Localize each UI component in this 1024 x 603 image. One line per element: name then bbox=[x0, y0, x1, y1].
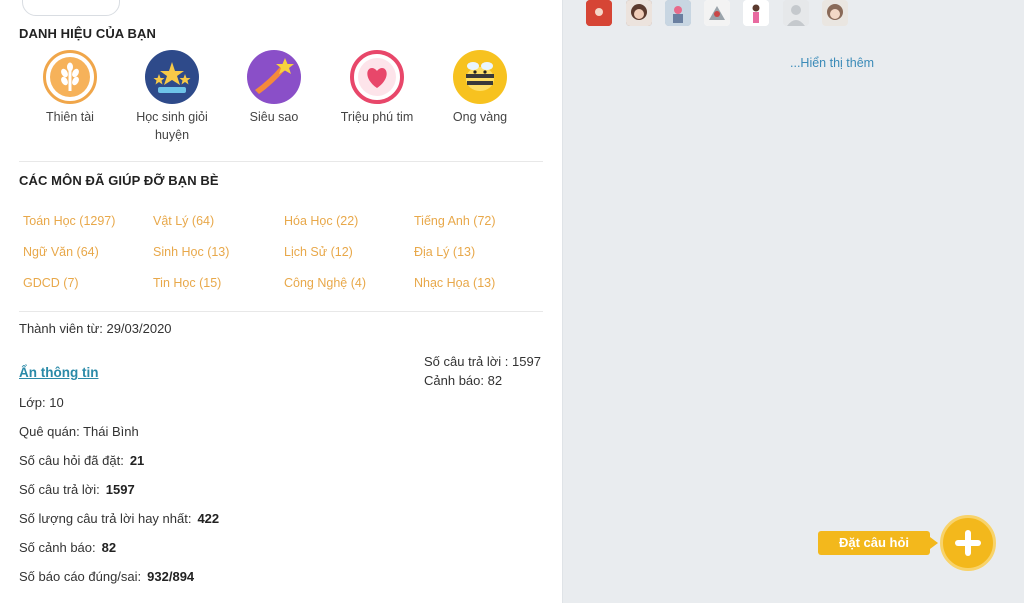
detail-class: Lớp: 10 bbox=[19, 395, 64, 410]
ask-question-button[interactable] bbox=[940, 515, 996, 571]
answers-count: Số câu trả lời : 1597 bbox=[424, 354, 541, 369]
avatar[interactable] bbox=[822, 0, 848, 26]
detail-label: Số cảnh báo: bbox=[19, 540, 96, 555]
member-since: Thành viên từ: 29/03/2020 bbox=[19, 321, 172, 336]
badge-label: Triệu phú tim bbox=[340, 110, 414, 124]
avatar[interactable] bbox=[586, 0, 612, 26]
subject-link[interactable]: Hóa Học (22) bbox=[284, 214, 358, 228]
ask-question-label[interactable]: Đặt câu hỏi bbox=[818, 531, 938, 555]
subject-link[interactable]: Toán Học (1297) bbox=[23, 214, 115, 228]
show-more-link[interactable]: ...Hiển thị thêm bbox=[790, 56, 874, 70]
bee-icon bbox=[453, 50, 507, 104]
badges-section-title: DANH HIỆU CỦA BẠN bbox=[19, 26, 156, 41]
hide-info-link[interactable]: Ẩn thông tin bbox=[19, 365, 98, 380]
detail-value: 82 bbox=[101, 540, 117, 555]
heart-icon bbox=[350, 50, 404, 104]
detail-label: Số báo cáo đúng/sai: bbox=[19, 569, 142, 584]
avatar[interactable] bbox=[704, 0, 730, 26]
avatar[interactable] bbox=[783, 0, 809, 26]
divider bbox=[19, 161, 543, 162]
badge-label: Ong vàng bbox=[452, 110, 508, 124]
detail-best-answers: Số lượng câu trả lời hay nhất: 422 bbox=[19, 511, 219, 526]
divider bbox=[19, 311, 543, 312]
subject-link[interactable]: Nhạc Họa (13) bbox=[414, 276, 495, 290]
detail-reports: Số báo cáo đúng/sai: 932/894 bbox=[19, 569, 194, 584]
avatar[interactable] bbox=[665, 0, 691, 26]
shooting-star-icon bbox=[247, 50, 301, 104]
badge-label: Thiên tài bbox=[46, 110, 94, 124]
subject-link[interactable]: Ngữ Văn (64) bbox=[23, 245, 99, 259]
badge-ong-vang[interactable]: Ong vàng bbox=[428, 50, 532, 126]
detail-value: 21 bbox=[129, 453, 145, 468]
detail-value: 1597 bbox=[105, 482, 135, 497]
avatar[interactable] bbox=[626, 0, 652, 26]
badge-sieu-sao[interactable]: Siêu sao bbox=[222, 50, 326, 126]
top-pill-button[interactable] bbox=[22, 0, 120, 16]
detail-label: Số câu trả lời: bbox=[19, 482, 100, 497]
subjects-section-title: CÁC MÔN ĐÃ GIÚP ĐỠ BẠN BÈ bbox=[19, 173, 219, 188]
detail-label: Quê quán: Thái Bình bbox=[19, 424, 139, 439]
detail-label: Số câu hỏi đã đặt: bbox=[19, 453, 124, 468]
detail-warnings: Số cảnh báo: 82 bbox=[19, 540, 116, 555]
detail-label: Số lượng câu trả lời hay nhất: bbox=[19, 511, 192, 526]
badge-trieu-phu-tim[interactable]: Triệu phú tim bbox=[325, 50, 429, 126]
wheat-icon bbox=[43, 50, 97, 104]
detail-label: Lớp: 10 bbox=[19, 395, 64, 410]
stars-trophy-icon bbox=[145, 50, 199, 104]
badges-row: Thiên tài Học sinh giỏi huyện Siêu sao T… bbox=[19, 50, 549, 150]
detail-value: 932/894 bbox=[147, 569, 195, 584]
badge-label: Học sinh giỏi huyện bbox=[136, 110, 208, 142]
badge-hoc-sinh-gioi[interactable]: Học sinh giỏi huyện bbox=[120, 50, 224, 144]
detail-answers: Số câu trả lời: 1597 bbox=[19, 482, 135, 497]
subject-link[interactable]: Sinh Học (13) bbox=[153, 245, 229, 259]
subject-link[interactable]: GDCD (7) bbox=[23, 276, 79, 290]
badge-thien-tai[interactable]: Thiên tài bbox=[18, 50, 122, 126]
plus-icon bbox=[965, 530, 971, 556]
avatar[interactable] bbox=[743, 0, 769, 26]
subject-link[interactable]: Lịch Sử (12) bbox=[284, 245, 353, 259]
warnings-count: Cảnh báo: 82 bbox=[424, 373, 503, 388]
detail-hometown: Quê quán: Thái Bình bbox=[19, 424, 139, 439]
badge-label: Siêu sao bbox=[249, 110, 299, 124]
detail-value: 422 bbox=[197, 511, 220, 526]
subject-link[interactable]: Vật Lý (64) bbox=[153, 214, 214, 228]
subject-link[interactable]: Địa Lý (13) bbox=[414, 245, 475, 259]
sidebar-panel bbox=[562, 0, 1024, 603]
subject-link[interactable]: Tiếng Anh (72) bbox=[414, 214, 496, 228]
subject-link[interactable]: Tin Học (15) bbox=[153, 276, 221, 290]
subject-link[interactable]: Công Nghệ (4) bbox=[284, 276, 366, 290]
detail-questions-asked: Số câu hỏi đã đặt: 21 bbox=[19, 453, 144, 468]
profile-panel: DANH HIỆU CỦA BẠN Thiên tài Học sinh giỏ… bbox=[0, 0, 562, 603]
